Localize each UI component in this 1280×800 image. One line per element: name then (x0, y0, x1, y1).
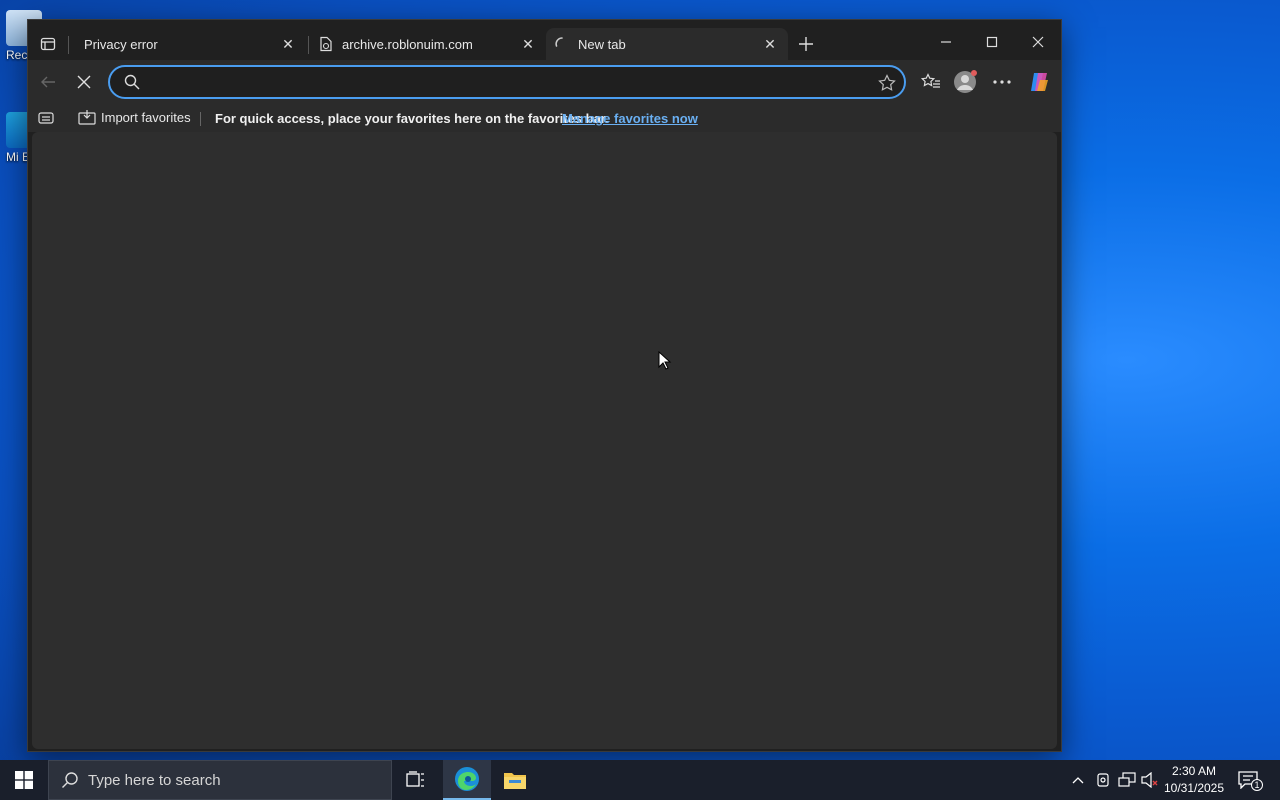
plus-icon (799, 37, 813, 51)
tray-volume-button[interactable] (1140, 770, 1160, 790)
close-tab-icon[interactable]: ✕ (278, 34, 298, 54)
tab-title: archive.roblonuim.com (342, 36, 473, 52)
browser-toolbar (28, 60, 1061, 104)
more-icon (993, 80, 1011, 84)
close-icon (1032, 36, 1044, 48)
close-tab-icon[interactable]: ✕ (760, 34, 780, 54)
tray-network-button[interactable] (1117, 770, 1137, 790)
import-favorites-label: Import favorites (101, 109, 191, 125)
profile-button[interactable] (952, 68, 980, 96)
favorites-bar-hint: For quick access, place your favorites h… (215, 111, 609, 126)
taskbar-file-explorer[interactable] (491, 760, 539, 800)
avatar-icon (954, 70, 977, 93)
back-button[interactable] (34, 68, 62, 96)
address-bar[interactable] (108, 65, 906, 99)
settings-more-button[interactable] (988, 68, 1016, 96)
mouse-cursor-icon (658, 351, 672, 370)
copilot-button[interactable] (1026, 68, 1054, 96)
start-button[interactable] (0, 760, 48, 800)
action-center-button[interactable]: 1 (1238, 770, 1263, 791)
import-icon (78, 110, 96, 125)
tab-new-tab[interactable]: New tab ✕ (546, 28, 788, 60)
file-warning-icon (320, 36, 332, 52)
clock-time: 2:30 AM (1171, 764, 1217, 778)
search-icon (62, 772, 78, 788)
tab-actions-button[interactable] (36, 32, 60, 56)
tab-title: New tab (578, 36, 626, 52)
taskbar-search-box[interactable]: Type here to search (48, 760, 392, 800)
page-content-area[interactable] (32, 132, 1057, 749)
collections-icon[interactable] (38, 111, 54, 125)
clock-date: 10/31/2025 (1163, 781, 1225, 795)
notification-count-badge: 1 (1251, 779, 1263, 791)
close-icon (77, 75, 91, 89)
windows-logo-icon (15, 771, 33, 789)
taskbar-clock[interactable]: 2:30 AM 10/31/2025 (1162, 763, 1226, 797)
search-icon (124, 74, 140, 90)
taskbar: Type here to search 2:30 AM 10/31/2025 1 (0, 760, 1280, 800)
minimize-button[interactable] (926, 28, 966, 56)
star-icon[interactable] (878, 74, 896, 92)
favorites-divider (200, 112, 201, 126)
show-hidden-icons-button[interactable] (1068, 770, 1088, 790)
taskbar-edge[interactable] (443, 760, 491, 800)
stop-loading-button[interactable] (70, 68, 98, 96)
favorites-list-icon (921, 73, 940, 88)
tab-archive[interactable]: archive.roblonuim.com ✕ (310, 28, 546, 60)
tab-separator (308, 36, 309, 54)
address-input[interactable] (150, 71, 850, 93)
back-arrow-icon (41, 76, 55, 88)
tab-strip: Privacy error ✕ archive.roblonuim.com ✕ … (28, 20, 1061, 64)
new-tab-button[interactable] (794, 32, 818, 56)
chevron-up-icon (1072, 777, 1084, 784)
tab-actions-icon (40, 37, 56, 51)
tab-title: Privacy error (84, 36, 158, 52)
loading-spinner-icon (555, 37, 563, 47)
network-icon (1118, 772, 1136, 787)
desktop-icon-label: Rec (6, 48, 28, 62)
close-tab-icon[interactable]: ✕ (518, 34, 538, 54)
tab-privacy-error[interactable]: Privacy error ✕ (68, 28, 306, 60)
copilot-icon (1031, 73, 1048, 91)
task-view-button[interactable] (392, 760, 440, 800)
search-placeholder: Type here to search (88, 771, 221, 789)
folder-icon (504, 773, 526, 789)
minimize-icon (941, 41, 951, 43)
maximize-button[interactable] (972, 28, 1012, 56)
manage-favorites-link[interactable]: Manage favorites now (562, 111, 698, 126)
maximize-icon (986, 36, 998, 48)
browser-window: Privacy error ✕ archive.roblonuim.com ✕ … (27, 19, 1062, 752)
favorites-button[interactable] (917, 68, 945, 96)
import-favorites-button[interactable]: Import favorites (78, 109, 191, 125)
edge-icon (455, 767, 479, 791)
close-window-button[interactable] (1018, 28, 1058, 56)
tray-device-icon[interactable] (1093, 770, 1113, 790)
device-icon (1097, 773, 1109, 787)
volume-muted-icon (1141, 772, 1158, 788)
favorites-bar: Import favorites For quick access, place… (28, 104, 1061, 132)
task-view-icon (406, 771, 424, 787)
